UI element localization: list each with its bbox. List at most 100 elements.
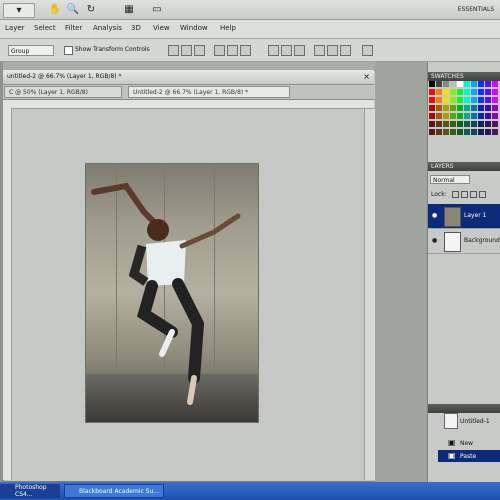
color-swatch[interactable]: [485, 129, 491, 135]
color-swatch[interactable]: [464, 129, 470, 135]
color-swatch[interactable]: [471, 129, 477, 135]
color-swatch[interactable]: [443, 129, 449, 135]
color-swatch[interactable]: [471, 105, 477, 111]
tab-document-2[interactable]: Untitled-2 @ 66.7% (Layer 1, RGB/8) *: [128, 86, 290, 98]
color-swatch[interactable]: [492, 97, 498, 103]
history-snapshot-name[interactable]: Untitled-1: [460, 418, 490, 425]
zoom-tool-icon[interactable]: 🔍: [66, 3, 80, 16]
color-swatch[interactable]: [485, 89, 491, 95]
color-swatch[interactable]: [457, 89, 463, 95]
lock-position-icon[interactable]: [470, 191, 477, 198]
align-left-icon[interactable]: [214, 45, 225, 56]
taskbar-item-photoshop[interactable]: Photoshop CS4...: [0, 484, 60, 498]
vertical-scrollbar[interactable]: [364, 109, 375, 480]
color-swatch[interactable]: [429, 105, 435, 111]
color-swatch[interactable]: [436, 105, 442, 111]
align-hcenter-icon[interactable]: [227, 45, 238, 56]
layer-name[interactable]: Background: [464, 237, 500, 244]
color-swatch[interactable]: [492, 81, 498, 87]
tab-document-1[interactable]: C @ 50% (Layer 1, RGB/8): [4, 86, 122, 98]
menu-3d[interactable]: 3D: [131, 24, 141, 32]
distribute-bottom-icon[interactable]: [294, 45, 305, 56]
menu-analysis[interactable]: Analysis: [93, 24, 122, 32]
color-swatch[interactable]: [485, 113, 491, 119]
align-right-icon[interactable]: [240, 45, 251, 56]
color-swatch[interactable]: [471, 113, 477, 119]
color-swatch[interactable]: [457, 105, 463, 111]
color-swatch[interactable]: [464, 121, 470, 127]
color-swatch[interactable]: [492, 105, 498, 111]
color-swatch[interactable]: [478, 105, 484, 111]
color-swatch[interactable]: [450, 81, 456, 87]
color-swatch[interactable]: [436, 97, 442, 103]
distribute-top-icon[interactable]: [268, 45, 279, 56]
color-swatch[interactable]: [485, 121, 491, 127]
color-swatch[interactable]: [471, 89, 477, 95]
dancer-photo[interactable]: [85, 163, 259, 423]
color-swatch[interactable]: [443, 113, 449, 119]
align-vcenter-icon[interactable]: [181, 45, 192, 56]
menu-select[interactable]: Select: [34, 24, 56, 32]
color-swatch[interactable]: [436, 81, 442, 87]
align-bottom-icon[interactable]: [194, 45, 205, 56]
menu-layer[interactable]: Layer: [5, 24, 25, 32]
swatches-grid[interactable]: [429, 81, 500, 137]
color-swatch[interactable]: [457, 97, 463, 103]
color-swatch[interactable]: [443, 105, 449, 111]
color-swatch[interactable]: [450, 97, 456, 103]
color-swatch[interactable]: [450, 129, 456, 135]
color-swatch[interactable]: [457, 129, 463, 135]
swatches-panel-header[interactable]: SWATCHES: [428, 72, 500, 81]
lock-all-icon[interactable]: [479, 191, 486, 198]
color-swatch[interactable]: [478, 89, 484, 95]
color-swatch[interactable]: [471, 81, 477, 87]
auto-align-icon[interactable]: [362, 45, 373, 56]
layers-panel-header[interactable]: LAYERS: [428, 162, 500, 171]
auto-select-dropdown[interactable]: Group: [8, 45, 54, 56]
visibility-eye-icon[interactable]: ●: [432, 212, 438, 219]
color-swatch[interactable]: [478, 81, 484, 87]
distribute-hcenter-icon[interactable]: [327, 45, 338, 56]
distribute-vcenter-icon[interactable]: [281, 45, 292, 56]
show-transform-checkbox[interactable]: [64, 46, 73, 55]
menu-view[interactable]: View: [153, 24, 170, 32]
color-swatch[interactable]: [429, 121, 435, 127]
color-swatch[interactable]: [443, 97, 449, 103]
color-swatch[interactable]: [492, 129, 498, 135]
color-swatch[interactable]: [485, 105, 491, 111]
color-swatch[interactable]: [492, 121, 498, 127]
color-swatch[interactable]: [436, 121, 442, 127]
color-swatch[interactable]: [443, 81, 449, 87]
color-swatch[interactable]: [464, 97, 470, 103]
taskbar-item-blackboard[interactable]: Blackboard Academic Su...: [64, 484, 164, 498]
color-swatch[interactable]: [464, 113, 470, 119]
lock-pixels-icon[interactable]: [461, 191, 468, 198]
menu-filter[interactable]: Filter: [65, 24, 82, 32]
color-swatch[interactable]: [457, 81, 463, 87]
color-swatch[interactable]: [471, 97, 477, 103]
color-swatch[interactable]: [478, 113, 484, 119]
color-swatch[interactable]: [450, 113, 456, 119]
color-swatch[interactable]: [485, 81, 491, 87]
color-swatch[interactable]: [478, 97, 484, 103]
history-state-new[interactable]: New: [460, 440, 473, 447]
workspace-switcher[interactable]: ▾: [3, 3, 35, 18]
align-top-icon[interactable]: [168, 45, 179, 56]
color-swatch[interactable]: [429, 81, 435, 87]
hand-tool-icon[interactable]: ✋: [48, 3, 62, 16]
color-swatch[interactable]: [429, 129, 435, 135]
color-swatch[interactable]: [450, 121, 456, 127]
color-swatch[interactable]: [478, 129, 484, 135]
blend-mode-dropdown[interactable]: Normal: [430, 175, 470, 184]
color-swatch[interactable]: [450, 89, 456, 95]
history-panel-header[interactable]: [428, 404, 500, 413]
menu-help[interactable]: Help: [220, 24, 236, 32]
color-swatch[interactable]: [429, 113, 435, 119]
color-swatch[interactable]: [436, 129, 442, 135]
workspace-label[interactable]: ESSENTIALS: [456, 3, 496, 16]
menu-window[interactable]: Window: [180, 24, 208, 32]
color-swatch[interactable]: [464, 105, 470, 111]
color-swatch[interactable]: [450, 105, 456, 111]
lock-transparency-icon[interactable]: [452, 191, 459, 198]
screen-mode-icon[interactable]: ▭: [146, 3, 168, 16]
